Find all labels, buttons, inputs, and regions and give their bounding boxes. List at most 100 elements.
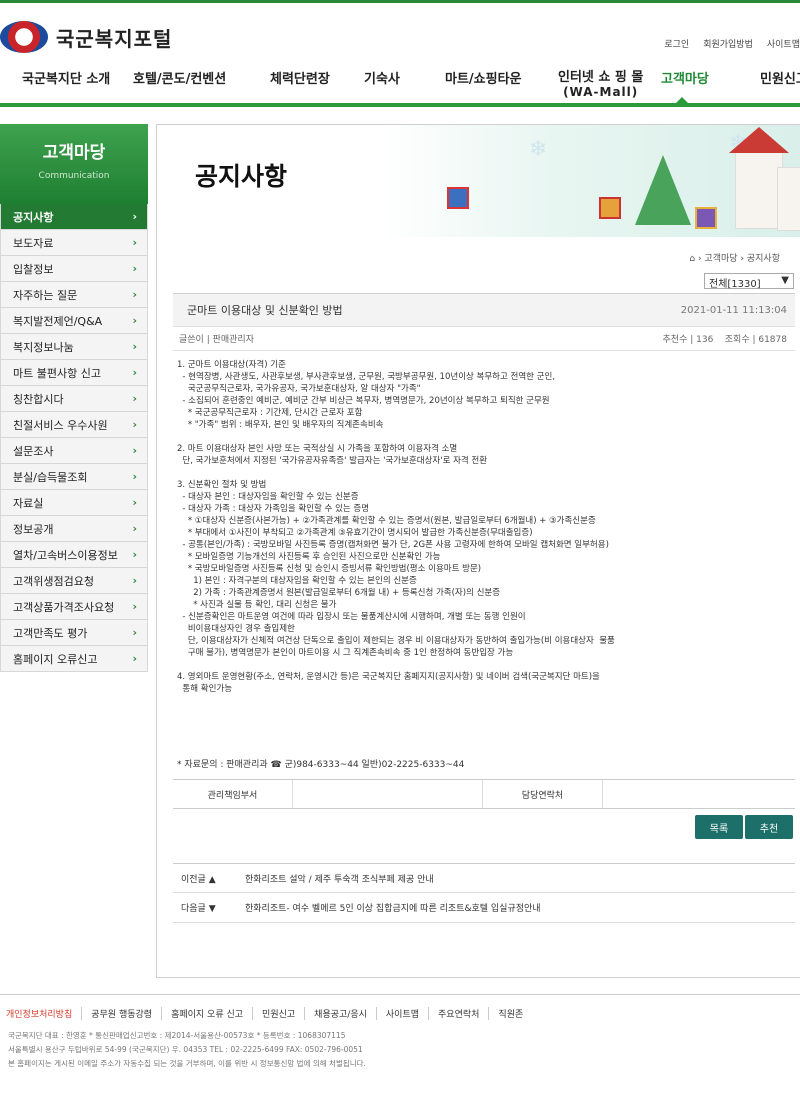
sitemap-link[interactable]: 사이트맵 [767,37,800,50]
chevron-right-icon: › [132,600,137,613]
sidebar-item[interactable]: 복지정보나눔 › [0,334,148,360]
sidebar-item-label: 홈페이지 오류신고 [13,652,98,666]
nav-dorm[interactable]: 기숙사 [364,73,400,87]
site-logo[interactable]: 국군복지포털 [0,21,172,53]
footer-info: 국군복지단 대표 : 한영훈 * 통신판매업신고번호 : 제2014-서울용산-… [8,1029,366,1071]
chevron-right-icon: › [132,314,137,327]
footer-link[interactable]: 개인정보처리방침 [6,1007,83,1020]
sidebar-item[interactable]: 복지발전제언/Q&A › [0,308,148,334]
sidebar-item-label: 칭찬합시다 [13,392,64,406]
list-button[interactable]: 목록 [695,815,743,839]
sidebar-item-label: 설문조사 [13,444,54,458]
header: 국군복지포털 로그인 회원가입방법 사이트맵 국군복지단 소개 호텔/콘도/컨벤… [0,0,800,107]
sidebar-item[interactable]: 마트 불편사항 신고 › [0,360,148,386]
footer-link[interactable]: 채용공고/응시 [305,1007,377,1020]
footer-info-line: 서울특별시 용산구 두텁바위로 54-99 (국군복지단) 우. 04353 T… [8,1045,363,1054]
sidebar-item-label: 고객상품가격조사요청 [13,600,115,614]
nav-wamall-label: 인터넷 쇼 핑 몰 [558,70,644,85]
post-body-line: - 신분증확인은 마트운영 여건에 따라 입장시 또는 물품계산시에 시행하며,… [177,612,526,622]
sidebar-item[interactable]: 설문조사 › [0,438,148,464]
nav-hotel[interactable]: 호텔/콘도/컨벤션 [133,73,226,87]
gift-icon [599,197,621,219]
nav-wamall[interactable]: 인터넷 쇼 핑 몰 (WA-Mall) [558,70,644,100]
nav-complaint[interactable]: 민원신고 [760,73,800,87]
sidebar-item[interactable]: 입찰정보 › [0,256,148,282]
nav-mart[interactable]: 마트/쇼핑타운 [445,73,522,87]
sidebar-item[interactable]: 보도자료 › [0,230,148,256]
chevron-right-icon: › [132,418,137,431]
post-body-line: 국군공무직근로자, 국가유공자, 국가보훈대상자, 알 대상자 "가족" [177,384,421,394]
nav-golf[interactable]: 체력단련장 [270,73,330,87]
sidebar-item[interactable]: 자주하는 질문 › [0,282,148,308]
sidebar-item[interactable]: 친절서비스 우수사원 › [0,412,148,438]
post-title: 군마트 이용대상 및 신분확인 방법 [187,304,343,317]
nav-customer[interactable]: 고객마당 [661,73,709,87]
footer-link[interactable]: 홈페이지 오류 신고 [162,1007,254,1020]
sidebar-item[interactable]: 공지사항 › [0,204,148,230]
sidebar-item[interactable]: 홈페이지 오류신고 › [0,646,148,672]
login-link[interactable]: 로그인 [664,37,689,50]
footer-info-line: 국군복지단 대표 : 한영훈 * 통신판매업신고번호 : 제2014-서울용산-… [8,1031,346,1040]
sidebar-item[interactable]: 정보공개 › [0,516,148,542]
sidebar-item-label: 자료실 [13,496,44,510]
sidebar-title: 고객마당 [42,143,106,163]
sidebar-item[interactable]: 고객만족도 평가 › [0,620,148,646]
post-body-line: - 대상자 본인 : 대상자임을 확인할 수 있는 신분증 [177,492,359,502]
nav-intro[interactable]: 국군복지단 소개 [22,73,110,87]
post-body-line: * 사진과 실물 등 확인, 대리 신청은 불가 [177,600,337,610]
footer-link[interactable]: 민원신고 [253,1007,306,1020]
post-body-line: 구매 불가), 병역명문가 본인이 마트이용 시 그 직계존속비속 중 1인 한… [177,648,514,658]
nav-wamall-sub: (WA-Mall) [563,85,639,99]
sidebar-item-label: 공지사항 [13,210,54,224]
footer-link[interactable]: 공무원 행동강령 [82,1007,163,1020]
chevron-right-icon: › [132,236,137,249]
footer-link[interactable]: 주요연락처 [429,1007,490,1020]
sidebar: 고객마당 Communication 공지사항 › 보도자료 › 입찰정보 › 자주하는 질… [0,124,148,672]
footer-links: 개인정보처리방침 공무원 행동강령 홈페이지 오류 신고 민원신고 채용공고/응시 사이트… [6,1007,532,1020]
sidebar-item-label: 보도자료 [13,236,54,250]
sidebar-item-label: 정보공개 [13,522,54,536]
recommend-button[interactable]: 추천 [745,815,793,839]
post-body-line [177,659,797,671]
post-date: 2021-01-11 11:13:04 [680,304,787,316]
post-body-line: * ①대상자 신분증(사본가능) + ②가족관계를 확인할 수 있는 증명서(원… [177,516,596,526]
footer-link[interactable]: 사이트맵 [377,1007,430,1020]
post-recommend-count: 추천수 | 136 [662,335,714,345]
post-body-line: * 모바일증명 기능개선의 사진등록 후 승인된 사진으로만 신분확인 가능 [177,552,441,562]
resp-dept-value [293,780,483,808]
prev-post-title[interactable]: 한화리조트 설악 / 제주 투숙객 조식부페 제공 안내 [245,872,434,885]
next-post-label: 다음글 ▼ [181,904,216,914]
sidebar-item[interactable]: 고객상품가격조사요청 › [0,594,148,620]
prev-post-row[interactable]: 이전글 ▲ 한화리조트 설악 / 제주 투숙객 조식부페 제공 안내 [173,863,795,893]
post-body-line: 단, 국가보훈처에서 지정된 '국가유공자유족증' 발급자는 '국가보훈대상자'… [177,456,488,466]
post-body-line: - 소집되어 훈련중인 예비군, 예비군 간부 비상근 복무자, 병역명문가, … [177,396,550,406]
signup-guide-link[interactable]: 회원가입방법 [703,37,753,50]
home-icon[interactable]: ⌂ [689,254,695,264]
sidebar-item-label: 복지발전제언/Q&A [13,314,103,328]
house-icon [777,167,800,231]
post-body-line: 비이용대상자인 경우 출입제한 [177,624,295,634]
post-body-line: 1. 군마트 이용대상(자격) 기준 [177,360,286,370]
footer-link[interactable]: 직원존 [489,1007,532,1020]
sidebar-subtitle: Communication [38,171,110,181]
category-select[interactable]: 전체[1330] ▼ [704,273,794,290]
responsibility-table: 관리책임부서 담당연락처 [173,779,795,809]
nav-divider [0,103,800,107]
sidebar-item[interactable]: 열차/고속버스이용정보 › [0,542,148,568]
sidebar-item[interactable]: 분실/습득물조회 › [0,464,148,490]
sidebar-item-label: 자주하는 질문 [13,288,78,302]
sidebar-item[interactable]: 고객위생점검요청 › [0,568,148,594]
sidebar-item[interactable]: 칭찬합시다 › [0,386,148,412]
chevron-right-icon: › [132,652,137,665]
next-post-row[interactable]: 다음글 ▼ 한화리조트- 여수 벨메르 5인 이상 집합금지에 따른 리조트&호… [173,893,795,923]
sidebar-item-label: 친절서비스 우수사원 [13,418,108,432]
sidebar-item-label: 고객위생점검요청 [13,574,94,588]
post-body-line [177,467,797,479]
chevron-right-icon: › [132,626,137,639]
sidebar-item[interactable]: 자료실 › [0,490,148,516]
next-post-title[interactable]: 한화리조트- 여수 벨메르 5인 이상 집합금지에 따른 리조트&호텔 입실규정… [245,901,541,914]
chevron-right-icon: › [132,262,137,275]
house-icon [735,149,783,229]
post-view-count: 조회수 | 61878 [724,335,787,345]
snowflake-icon: ❄ [529,137,548,162]
